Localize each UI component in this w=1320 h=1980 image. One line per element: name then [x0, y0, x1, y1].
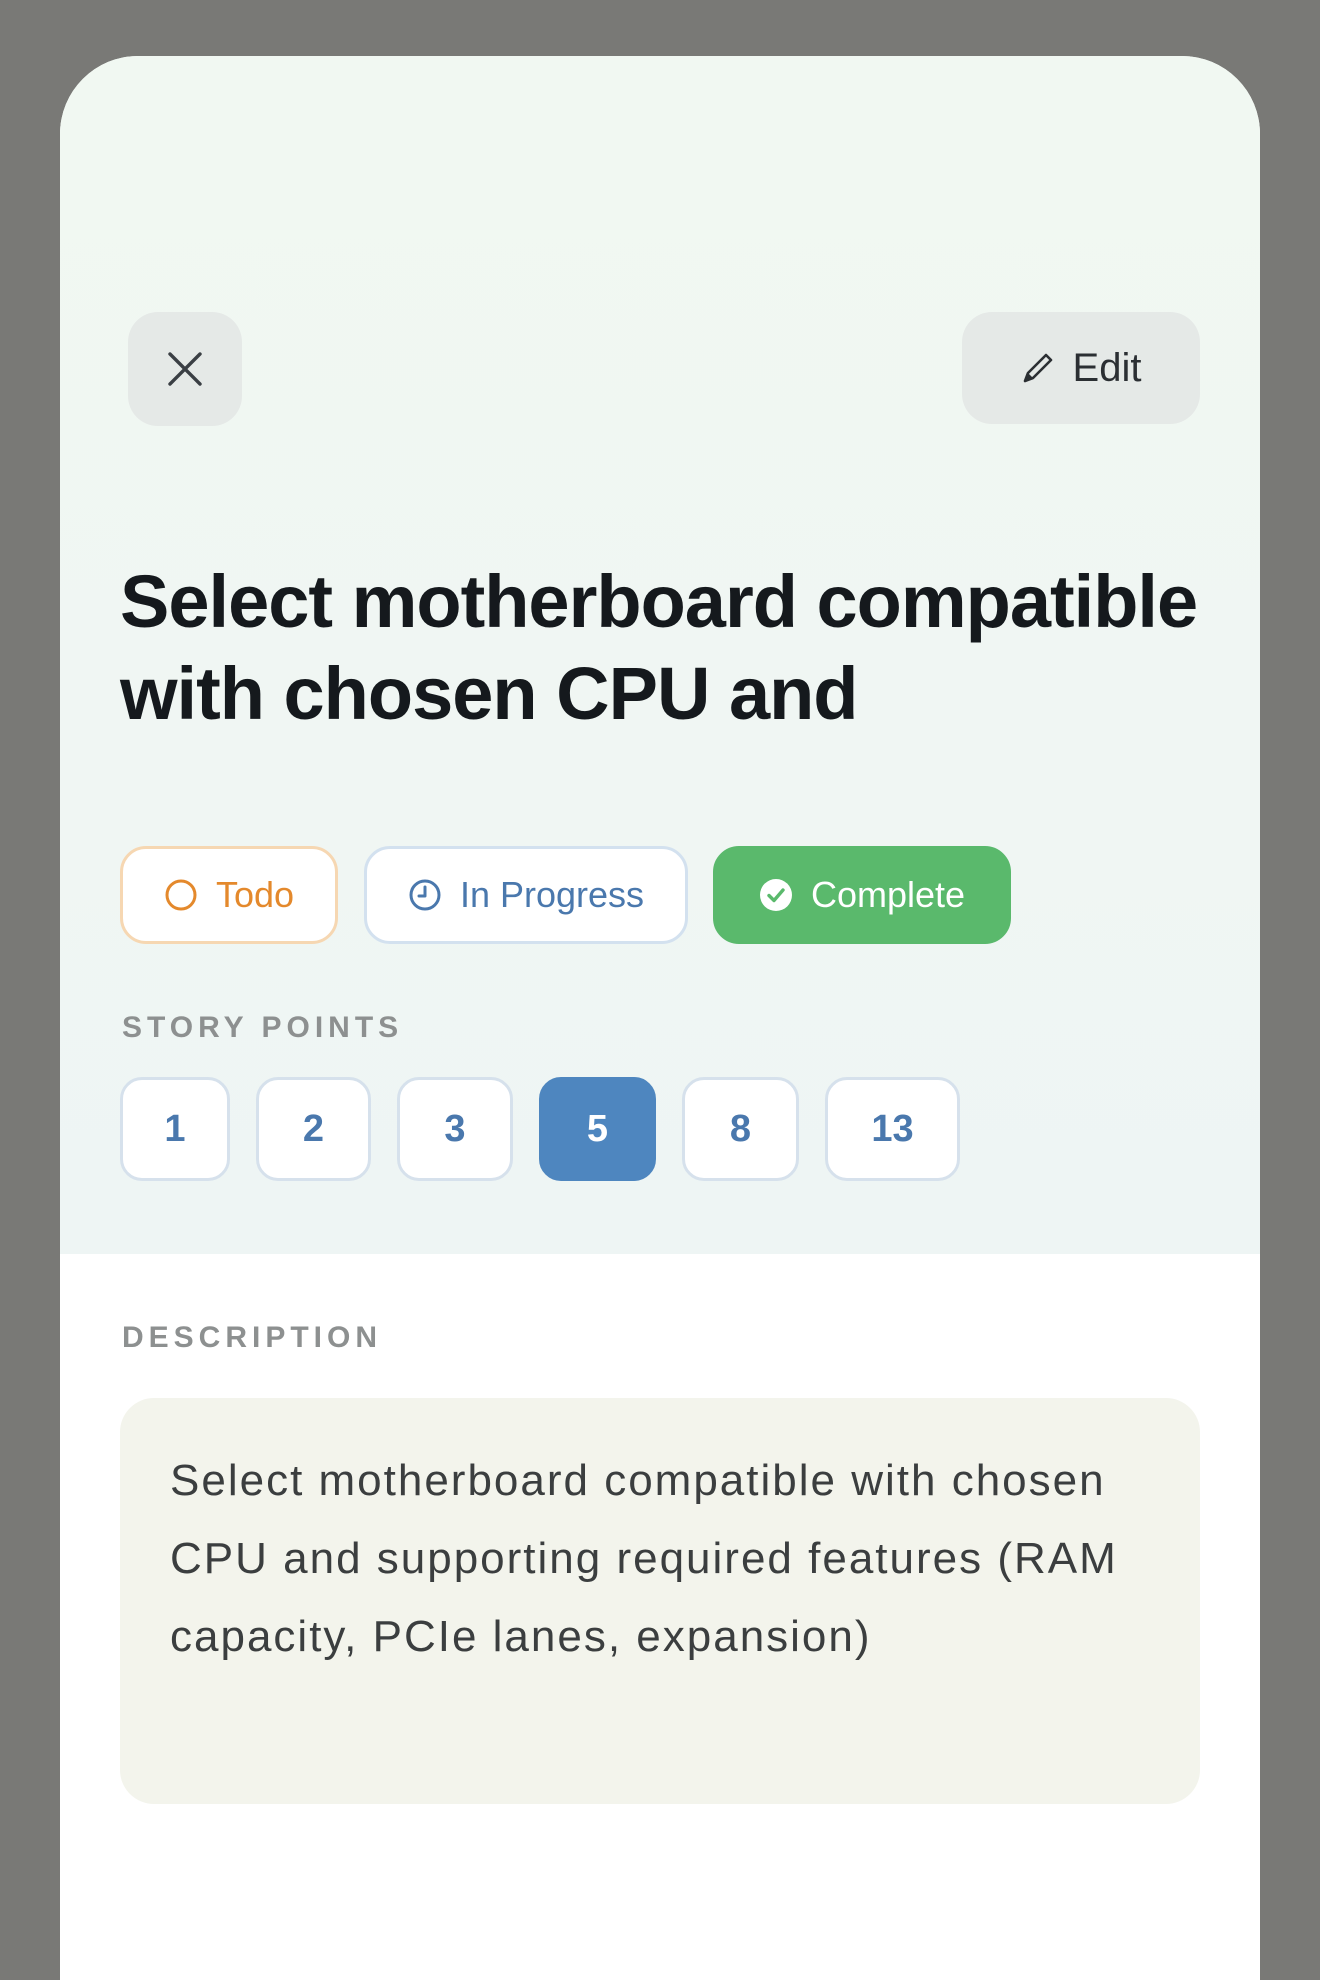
pencil-icon	[1023, 353, 1052, 383]
status-in-progress-button[interactable]: In Progress	[364, 846, 688, 944]
edit-button[interactable]: Edit	[962, 312, 1200, 424]
clock-icon	[409, 879, 441, 911]
close-button[interactable]	[128, 312, 242, 426]
status-in-progress-label: In Progress	[459, 874, 645, 915]
status-todo-label: Todo	[215, 874, 295, 915]
story-point-option[interactable]: 8	[682, 1077, 799, 1181]
story-point-option[interactable]: 13	[825, 1077, 960, 1181]
description-box: Select motherboard compatible with chose…	[120, 1398, 1200, 1804]
description-heading: DESCRIPTION	[122, 1321, 383, 1354]
task-header-area: Edit Select motherboard compatible with …	[60, 56, 1260, 1254]
close-icon	[168, 352, 202, 386]
status-complete-button[interactable]: Complete	[713, 846, 1011, 944]
edit-button-label: Edit	[1072, 345, 1142, 390]
status-complete-label: Complete	[810, 874, 966, 915]
story-point-option[interactable]: 2	[256, 1077, 371, 1181]
story-points-heading: STORY POINTS	[122, 1011, 404, 1044]
story-point-option-selected[interactable]: 5	[539, 1077, 656, 1181]
story-point-option[interactable]: 3	[397, 1077, 513, 1181]
check-circle-icon	[759, 879, 792, 911]
story-point-option[interactable]: 1	[120, 1077, 230, 1181]
description-text: Select motherboard compatible with chose…	[170, 1456, 1118, 1661]
task-title: Select motherboard compatible with chose…	[120, 560, 1198, 735]
status-todo-button[interactable]: Todo	[120, 846, 338, 944]
task-detail-sheet: Edit Select motherboard compatible with …	[60, 56, 1260, 1980]
circle-icon	[165, 879, 197, 911]
